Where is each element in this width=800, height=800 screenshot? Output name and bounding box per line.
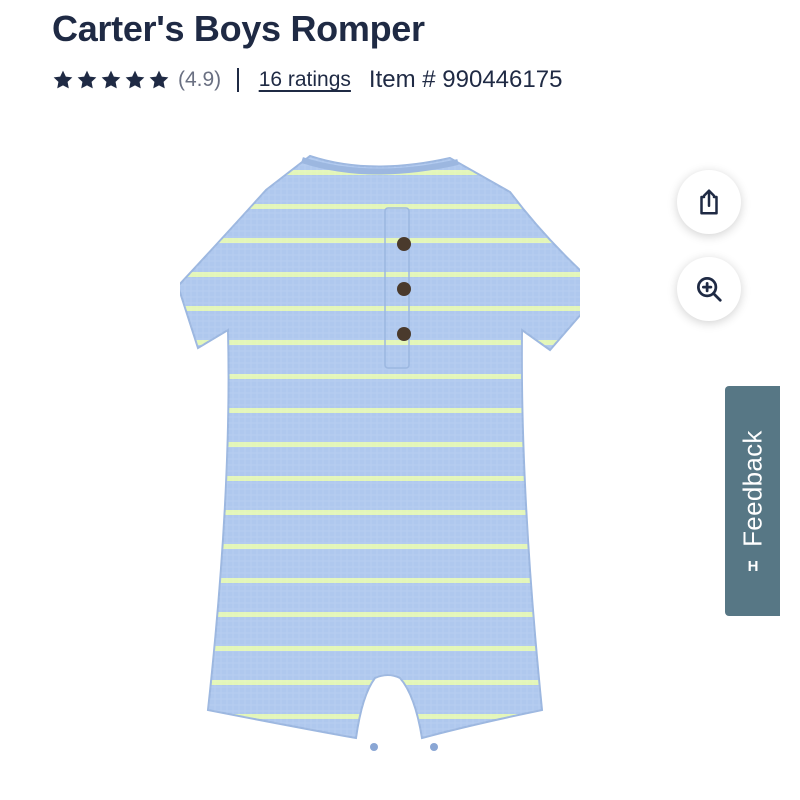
- item-number: Item # 990446175: [368, 66, 563, 93]
- star-icon: [148, 69, 170, 91]
- rating-value: (4.9): [178, 68, 222, 91]
- feedback-tab[interactable]: H Feedback: [725, 386, 780, 616]
- star-icon: [124, 69, 146, 91]
- feedback-logo-icon: H: [747, 557, 758, 575]
- feedback-label: Feedback: [737, 430, 767, 547]
- star-icon: [100, 69, 122, 91]
- product-image[interactable]: [176, 150, 604, 760]
- star-rating: [52, 69, 170, 91]
- share-button[interactable]: [677, 170, 741, 234]
- product-title: Carter's Boys Romper: [52, 8, 425, 49]
- rating-row: (4.9) 16 ratings Item # 990446175: [52, 62, 562, 98]
- star-icon: [52, 69, 74, 91]
- divider: [237, 68, 239, 92]
- share-icon: [694, 187, 724, 217]
- ratings-link[interactable]: 16 ratings: [259, 68, 351, 92]
- star-icon: [76, 69, 98, 91]
- zoom-button[interactable]: [677, 257, 741, 321]
- romper-garment: [176, 154, 604, 751]
- zoom-in-icon: [694, 274, 724, 304]
